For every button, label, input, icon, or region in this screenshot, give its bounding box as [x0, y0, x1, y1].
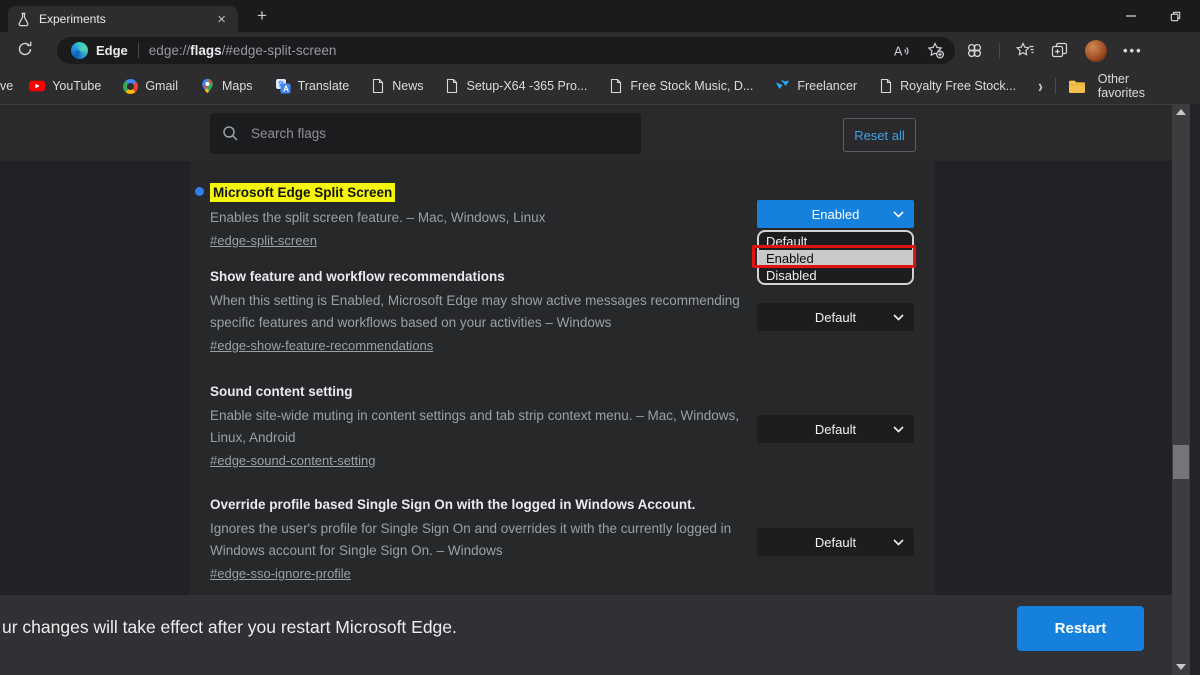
add-favorite-icon[interactable]	[927, 42, 945, 59]
modified-flag-dot	[195, 187, 204, 196]
dropdown-option-disabled[interactable]: Disabled	[759, 267, 912, 284]
reset-all-button[interactable]: Reset all	[843, 118, 916, 152]
restart-bar: ur changes will take effect after you re…	[0, 595, 1200, 675]
toolbar-separator	[999, 43, 1000, 59]
bookmark-item-freelancer[interactable]: Freelancer	[775, 79, 857, 93]
restart-message: ur changes will take effect after you re…	[2, 617, 457, 638]
bookmark-item-translate[interactable]: A Translate	[275, 78, 350, 94]
scroll-down-icon[interactable]	[1176, 664, 1186, 670]
chevron-down-icon	[893, 426, 904, 433]
bookmarks-bar: ve YouTube Gmail Maps	[0, 68, 1200, 104]
document-icon	[371, 78, 385, 94]
maps-icon	[200, 78, 215, 94]
document-icon	[445, 78, 459, 94]
flag-description: When this setting is Enabled, Microsoft …	[210, 290, 755, 334]
flag-entry-sound-content: Sound content setting Enable site-wide m…	[210, 383, 755, 471]
chevron-down-icon	[893, 314, 904, 321]
flag-anchor-link[interactable]: #edge-split-screen	[210, 231, 317, 251]
flag-title: Show feature and workflow recommendation…	[210, 268, 755, 285]
titlebar: Experiments × +	[0, 0, 1200, 32]
dropdown-option-enabled[interactable]: Enabled	[759, 250, 912, 267]
flag-entry-feature-recommendations: Show feature and workflow recommendation…	[210, 268, 755, 356]
bookmark-item-free-stock-music[interactable]: Free Stock Music, D...	[609, 78, 753, 94]
scroll-up-icon[interactable]	[1176, 109, 1186, 115]
translate-icon: A	[275, 78, 291, 94]
favorites-icon[interactable]	[1016, 42, 1035, 59]
dropdown-option-default[interactable]: Default	[759, 233, 912, 250]
flag-select-dropdown-menu: Default Enabled Disabled	[757, 230, 914, 285]
url-text: edge://flags/#edge-split-screen	[149, 43, 337, 58]
profile-avatar[interactable]	[1085, 40, 1107, 62]
site-info-label[interactable]: Edge	[96, 43, 128, 58]
flag-select-sso-ignore-profile[interactable]: Default	[757, 528, 914, 556]
chevron-down-icon	[893, 539, 904, 546]
flag-select-split-screen[interactable]: Enabled	[757, 200, 914, 228]
flag-anchor-link[interactable]: #edge-show-feature-recommendations	[210, 336, 433, 356]
collections-icon[interactable]	[1051, 42, 1069, 59]
bookmarks-overflow-icon[interactable]: ›	[1038, 76, 1043, 97]
flag-title: Sound content setting	[210, 383, 755, 400]
search-flags-box[interactable]	[210, 113, 641, 154]
window-edge-strip	[1190, 104, 1200, 675]
address-divider	[138, 43, 139, 58]
flags-list-column: Microsoft Edge Split Screen Enables the …	[190, 161, 935, 595]
folder-icon	[1068, 79, 1086, 94]
tab-close-icon[interactable]: ×	[213, 12, 230, 27]
flag-title: Override profile based Single Sign On wi…	[210, 496, 755, 513]
bookmark-item-gmail[interactable]: Gmail	[123, 79, 178, 94]
window-minimize-button[interactable]	[1114, 0, 1148, 32]
refresh-button[interactable]	[16, 40, 34, 58]
document-icon	[879, 78, 893, 94]
read-aloud-icon[interactable]: A	[894, 43, 913, 59]
bookmark-item-setup[interactable]: Setup-X64 -365 Pro...	[445, 78, 587, 94]
document-icon	[609, 78, 623, 94]
flag-description: Enable site-wide muting in content setti…	[210, 405, 755, 449]
flags-content: Microsoft Edge Split Screen Enables the …	[0, 161, 1200, 595]
flag-description: Enables the split screen feature. – Mac,…	[210, 207, 755, 229]
flags-header: Reset all	[0, 104, 1200, 161]
flag-description: Ignores the user's profile for Single Si…	[210, 518, 755, 562]
other-favorites-label[interactable]: Other favorites	[1098, 72, 1178, 100]
freelancer-icon	[775, 79, 790, 93]
new-tab-button[interactable]: +	[252, 7, 272, 24]
flag-entry-sso-ignore-profile: Override profile based Single Sign On wi…	[210, 496, 755, 584]
browser-tab-experiments[interactable]: Experiments ×	[8, 6, 238, 32]
tab-title: Experiments	[39, 12, 213, 26]
flask-icon	[16, 12, 31, 27]
toolbar: Edge edge://flags/#edge-split-screen A	[0, 32, 1200, 68]
window-restore-button[interactable]	[1158, 0, 1192, 32]
vertical-scrollbar[interactable]	[1172, 104, 1190, 675]
settings-menu-icon[interactable]: •••	[1123, 43, 1143, 58]
bookmark-item[interactable]: ve	[0, 79, 13, 93]
scrollbar-thumb[interactable]	[1173, 445, 1189, 479]
search-flags-input[interactable]	[249, 125, 629, 142]
search-icon	[222, 125, 239, 142]
bookmark-item-youtube[interactable]: YouTube	[29, 78, 101, 94]
flag-anchor-link[interactable]: #edge-sso-ignore-profile	[210, 564, 351, 584]
bookmark-item-maps[interactable]: Maps	[200, 78, 253, 94]
restart-button[interactable]: Restart	[1017, 606, 1144, 651]
chevron-down-icon	[893, 211, 904, 218]
extensions-icon[interactable]	[966, 42, 983, 59]
flag-select-sound-content[interactable]: Default	[757, 415, 914, 443]
bookmark-item-news[interactable]: News	[371, 78, 423, 94]
youtube-icon	[29, 78, 45, 94]
bookmarks-separator	[1055, 78, 1056, 94]
highlighted-flag-title: Microsoft Edge Split Screen	[210, 183, 395, 202]
bookmark-item-royalty-free-stock[interactable]: Royalty Free Stock...	[879, 78, 1016, 94]
flag-anchor-link[interactable]: #edge-sound-content-setting	[210, 451, 376, 471]
flag-title: Microsoft Edge Split Screen	[210, 183, 755, 202]
flag-entry-split-screen: Microsoft Edge Split Screen Enables the …	[210, 183, 755, 251]
edge-logo-icon	[71, 42, 88, 59]
address-bar[interactable]: Edge edge://flags/#edge-split-screen A	[57, 37, 955, 64]
svg-text:A: A	[283, 84, 289, 93]
google-icon	[123, 79, 138, 94]
flag-select-feature-recommendations[interactable]: Default	[757, 303, 914, 331]
svg-text:A: A	[894, 44, 903, 58]
